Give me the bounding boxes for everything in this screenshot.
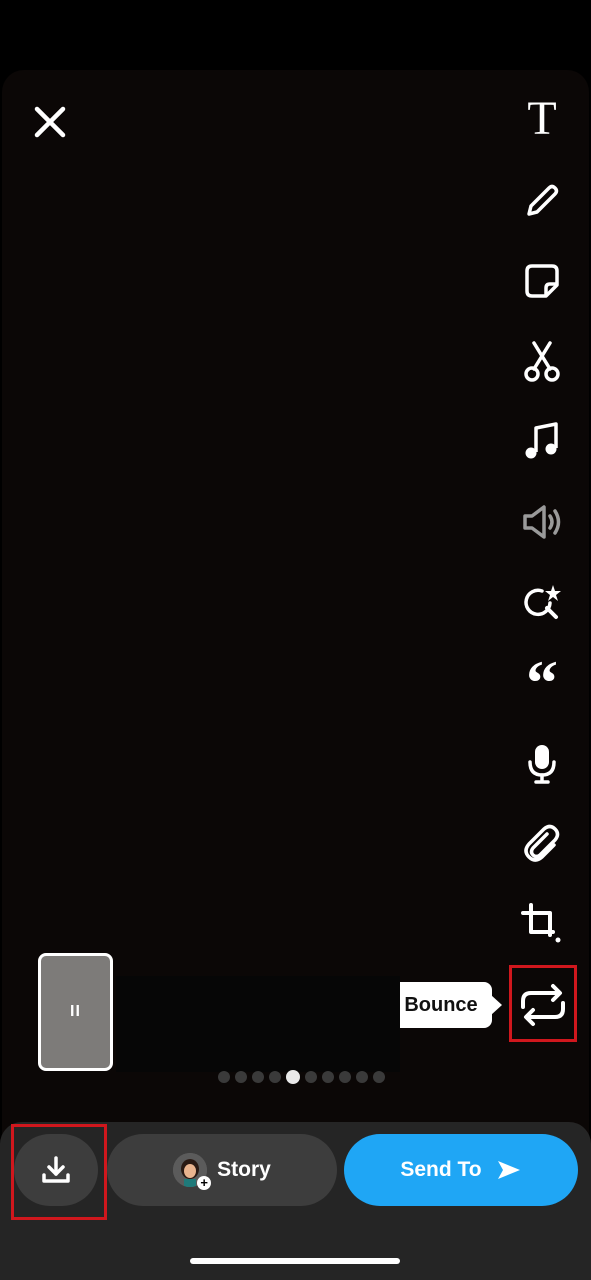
scissors-icon — [524, 341, 560, 382]
music-icon — [525, 422, 558, 459]
close-button[interactable] — [32, 104, 68, 140]
music-tool-button[interactable] — [519, 418, 565, 464]
lens-sparkle-icon — [524, 585, 561, 619]
loop-speed-dot[interactable] — [339, 1071, 351, 1083]
quote-icon: “ — [526, 660, 558, 706]
loop-pause-handle[interactable]: II — [38, 953, 113, 1071]
text-tool-button[interactable]: T — [519, 92, 565, 145]
send-arrow-icon — [497, 1161, 520, 1179]
close-icon — [34, 106, 66, 138]
pencil-icon — [527, 184, 559, 216]
sticker-icon — [525, 264, 559, 298]
send-to-label: Send To — [400, 1158, 482, 1181]
story-label: Story — [217, 1158, 271, 1181]
text-icon: T — [527, 92, 557, 145]
attachment-tool-button[interactable] — [519, 821, 565, 867]
snap-preview — [2, 70, 589, 1280]
loop-speed-dot[interactable] — [252, 1071, 264, 1083]
bounce-highlight-box — [509, 965, 577, 1042]
save-highlight-box — [11, 1124, 107, 1220]
scissors-tool-button[interactable] — [519, 338, 565, 384]
paperclip-icon — [524, 824, 560, 862]
loop-speed-dot[interactable] — [305, 1071, 317, 1083]
loop-speed-dot[interactable] — [235, 1071, 247, 1083]
send-to-button[interactable]: Send To — [344, 1134, 578, 1206]
sound-tool-button[interactable] — [519, 499, 565, 545]
draw-tool-button[interactable] — [519, 178, 565, 224]
sticker-tool-button[interactable] — [519, 258, 565, 304]
loop-speed-dot[interactable] — [356, 1071, 368, 1083]
quote-tool-button[interactable]: “ — [519, 660, 565, 706]
story-button[interactable]: + Story — [107, 1134, 337, 1206]
add-story-plus: + — [197, 1176, 212, 1190]
loop-speed-dot[interactable] — [269, 1071, 281, 1083]
loop-speed-dot[interactable] — [286, 1070, 300, 1084]
loop-filmstrip[interactable] — [116, 976, 400, 1072]
crop-tool-button[interactable] — [519, 901, 565, 947]
bounce-tooltip: Bounce — [390, 982, 502, 1028]
avatar: + — [173, 1153, 212, 1190]
loop-speed-dot[interactable] — [218, 1071, 230, 1083]
crop-icon — [521, 903, 561, 943]
lens-tool-button[interactable] — [519, 580, 565, 626]
pause-icon: II — [70, 1003, 81, 1020]
home-indicator[interactable] — [190, 1258, 400, 1264]
loop-speed-dot[interactable] — [373, 1071, 385, 1083]
loop-speed-dot[interactable] — [322, 1071, 334, 1083]
voice-tool-button[interactable] — [519, 741, 565, 787]
microphone-icon — [528, 745, 556, 784]
loop-speed-dots[interactable] — [218, 1070, 385, 1084]
volume-icon — [523, 505, 561, 539]
